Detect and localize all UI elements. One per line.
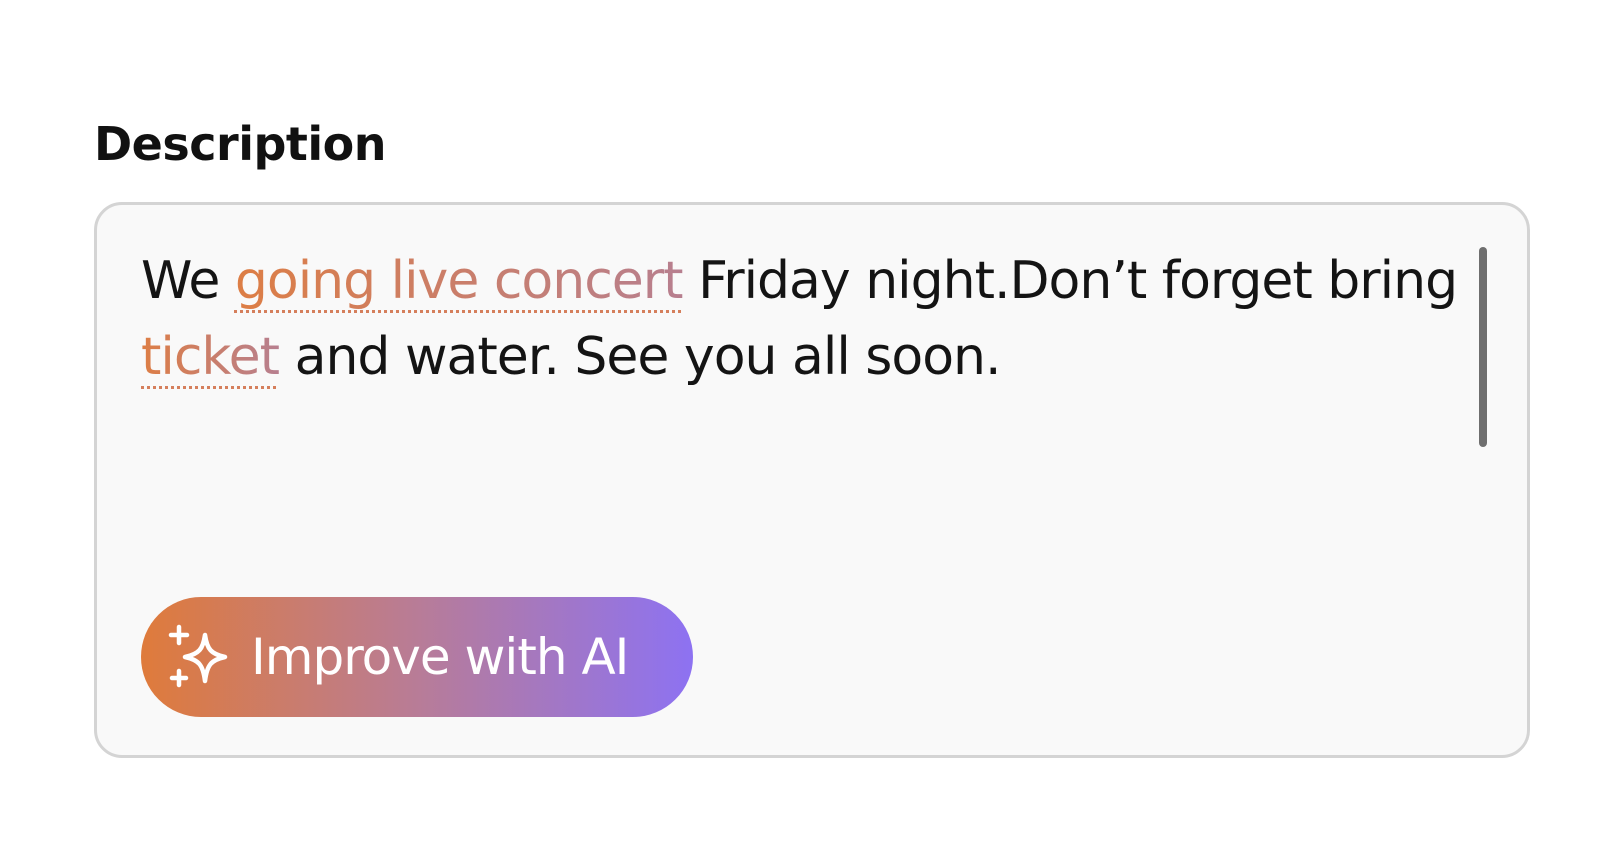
flagged-phrase[interactable]: ticket	[141, 327, 280, 387]
description-textarea[interactable]: We going live concert Friday night.Don’t…	[94, 202, 1530, 758]
sparkle-icon	[168, 624, 228, 688]
description-text[interactable]: We going live concert Friday night.Don’t…	[141, 243, 1471, 395]
text-segment: and water. See you all soon.	[279, 327, 1002, 387]
improve-with-ai-label: Improve with AI	[251, 628, 629, 686]
description-label: Description	[94, 117, 387, 171]
text-segment: Friday night.Don’t forget bring	[682, 251, 1458, 311]
flagged-phrase[interactable]: going live concert	[235, 251, 684, 311]
scrollbar-thumb[interactable]	[1479, 247, 1487, 447]
page: Description We going live concert Friday…	[0, 0, 1616, 868]
improve-with-ai-button[interactable]: Improve with AI	[141, 597, 693, 717]
text-segment: We	[141, 251, 235, 311]
